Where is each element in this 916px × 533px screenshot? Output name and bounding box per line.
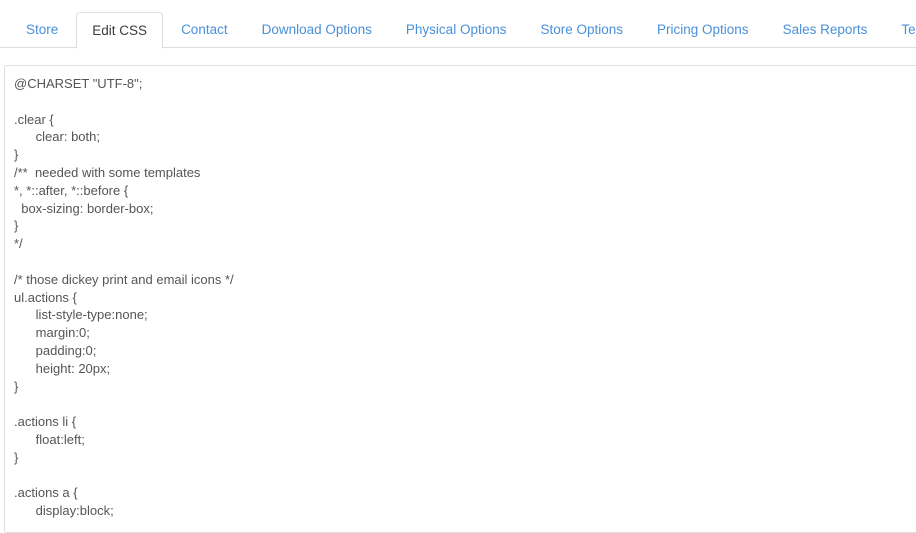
css-editor-panel: @CHARSET "UTF-8"; .clear { clear: both; … bbox=[4, 65, 916, 533]
tab-testing[interactable]: Testing bbox=[885, 11, 916, 48]
tab-pricing-options[interactable]: Pricing Options bbox=[641, 11, 765, 48]
tab-edit-css[interactable]: Edit CSS bbox=[76, 12, 164, 49]
tab-store[interactable]: Store bbox=[10, 11, 74, 48]
tab-contact[interactable]: Contact bbox=[165, 11, 244, 48]
tab-download-options[interactable]: Download Options bbox=[246, 11, 388, 48]
tab-sales-reports[interactable]: Sales Reports bbox=[767, 11, 884, 48]
tab-store-options[interactable]: Store Options bbox=[524, 11, 639, 48]
css-source-editor[interactable]: @CHARSET "UTF-8"; .clear { clear: both; … bbox=[5, 66, 916, 520]
tab-strip: Store Edit CSS Contact Download Options … bbox=[0, 0, 916, 49]
tab-physical-options[interactable]: Physical Options bbox=[390, 11, 523, 48]
